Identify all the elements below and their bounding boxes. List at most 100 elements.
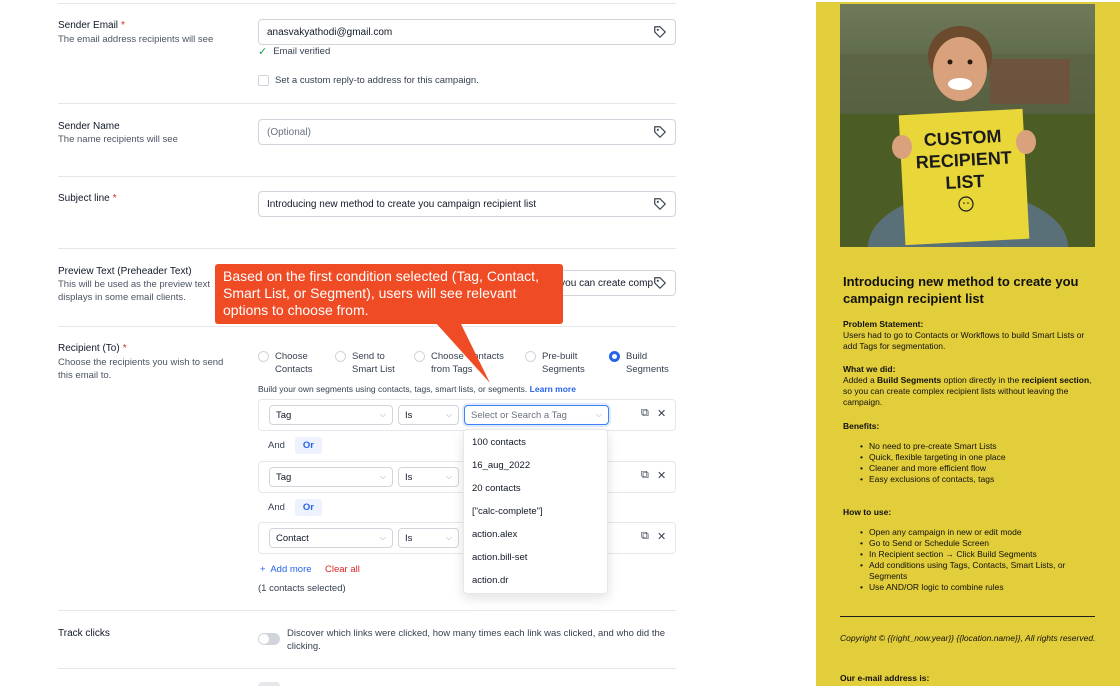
divider bbox=[58, 610, 676, 611]
track-clicks-label: Track clicks bbox=[58, 628, 110, 639]
close-icon[interactable]: ✕ bbox=[657, 469, 666, 482]
preview-text-help-1: This will be used as the preview text bbox=[58, 279, 211, 290]
chevron-down-icon: ⌵ bbox=[445, 472, 452, 481]
divider bbox=[58, 326, 676, 327]
divider bbox=[58, 248, 676, 249]
dropdown-option[interactable]: 20 contacts bbox=[472, 483, 521, 494]
recipient-help-1: Choose the recipients you wish to send bbox=[58, 357, 224, 368]
subject-value: Introducing new method to create you cam… bbox=[267, 198, 537, 210]
condition-operator-select[interactable]: Is ⌵ bbox=[398, 405, 459, 425]
radio-prebuilt-segments[interactable]: Pre-built Segments bbox=[525, 350, 585, 376]
chevron-down-icon: ⌵ bbox=[379, 472, 386, 481]
copyright-text: Copyright © {{right_now.year}} {{locatio… bbox=[840, 633, 1096, 643]
what-we-did-heading: What we did: bbox=[843, 364, 896, 374]
next-setting-toggle[interactable] bbox=[258, 682, 280, 686]
email-title: Introducing new method to create you cam… bbox=[843, 274, 1079, 306]
campaign-settings-panel: Sender Email * The email address recipien… bbox=[0, 0, 812, 686]
and-button[interactable]: And bbox=[262, 437, 291, 454]
benefit-item: No need to pre-create Smart Lists bbox=[860, 441, 1090, 452]
or-button[interactable]: Or bbox=[294, 499, 322, 516]
benefit-item: Easy exclusions of contacts, tags bbox=[860, 474, 1090, 485]
sender-email-field[interactable]: anasvakyathodi@gmail.com bbox=[258, 19, 676, 45]
recipient-label: Recipient (To) * bbox=[58, 343, 127, 354]
recipient-help-2: this email to. bbox=[58, 370, 112, 381]
add-more-button[interactable]: + Add more bbox=[260, 564, 312, 575]
close-icon[interactable]: ✕ bbox=[657, 530, 666, 543]
radio-send-to-smart-list[interactable]: Send to Smart List bbox=[335, 350, 395, 376]
or-button[interactable]: Or bbox=[294, 437, 322, 454]
chevron-down-icon: ⌵ bbox=[379, 410, 386, 419]
radio-build-segments[interactable]: Build Segments bbox=[609, 350, 669, 376]
condition-field-select[interactable]: Tag ⌵ bbox=[269, 405, 393, 425]
howto-item: Use AND/OR logic to combine rules bbox=[860, 582, 1090, 593]
dropdown-option[interactable]: 16_aug_2022 bbox=[472, 460, 530, 471]
howto-item: In Recipient section → Click Build Segme… bbox=[860, 549, 1090, 560]
radio-choose-contacts[interactable]: Choose Contacts bbox=[258, 350, 313, 376]
sender-email-help: The email address recipients will see bbox=[58, 34, 214, 45]
chevron-down-icon: ⌵ bbox=[445, 533, 452, 542]
problem-section: Problem Statement: Users had to go to Co… bbox=[843, 319, 1093, 352]
dropdown-option[interactable]: ["calc-complete"] bbox=[472, 506, 543, 517]
sender-name-placeholder: (Optional) bbox=[267, 126, 311, 138]
track-clicks-toggle[interactable] bbox=[258, 633, 280, 645]
plus-icon: + bbox=[260, 564, 266, 575]
benefits-list: No need to pre-create Smart Lists Quick,… bbox=[860, 441, 1090, 485]
subject-label: Subject line * bbox=[58, 193, 117, 204]
and-or-toggle: And Or bbox=[262, 499, 322, 516]
subject-input[interactable]: Introducing new method to create you cam… bbox=[258, 191, 676, 217]
howto-item: Go to Send or Schedule Screen bbox=[860, 538, 1090, 549]
email-address-heading: Our e-mail address is: bbox=[840, 673, 930, 683]
sender-email-label: Sender Email * bbox=[58, 20, 125, 31]
close-icon[interactable]: ✕ bbox=[657, 407, 666, 420]
preview-text-label: Preview Text (Preheader Text) bbox=[58, 266, 192, 277]
check-icon: ✓ bbox=[258, 46, 268, 58]
condition-field-select[interactable]: Tag ⌵ bbox=[269, 467, 393, 487]
poster-text-3: LIST bbox=[945, 171, 985, 193]
divider bbox=[58, 668, 676, 669]
duplicate-icon[interactable]: ⧉ bbox=[641, 469, 649, 482]
selected-contacts-count: (1 contacts selected) bbox=[258, 583, 346, 594]
sender-name-input[interactable]: (Optional) bbox=[258, 119, 676, 145]
dropdown-option[interactable]: action.alex bbox=[472, 529, 517, 540]
preview-text-help-2: displays in some email clients. bbox=[58, 292, 186, 303]
dropdown-option[interactable]: action.dr bbox=[472, 575, 508, 586]
condition-operator-select[interactable]: Is ⌵ bbox=[398, 467, 459, 487]
divider bbox=[58, 176, 676, 177]
condition-operator-select[interactable]: Is ⌵ bbox=[398, 528, 459, 548]
radio-circle bbox=[414, 351, 425, 362]
tag-icon[interactable] bbox=[653, 125, 667, 139]
poster-text-1: CUSTOM bbox=[923, 126, 1002, 150]
sender-name-help: The name recipients will see bbox=[58, 134, 178, 145]
dropdown-option[interactable]: action.bill-set bbox=[472, 552, 527, 563]
benefits-heading: Benefits: bbox=[843, 421, 880, 431]
preview-divider bbox=[840, 616, 1095, 617]
tag-dropdown-menu: 100 contacts 16_aug_2022 20 contacts ["c… bbox=[463, 429, 608, 594]
reply-to-checkbox[interactable] bbox=[258, 75, 269, 86]
condition-field-select[interactable]: Contact ⌵ bbox=[269, 528, 393, 548]
benefit-item: Quick, flexible targeting in one place bbox=[860, 452, 1090, 463]
sender-email-value: anasvakyathodi@gmail.com bbox=[267, 26, 393, 38]
chevron-down-icon: ⌵ bbox=[595, 410, 602, 419]
benefit-item: Cleaner and more efficient flow bbox=[860, 463, 1090, 474]
tag-icon[interactable] bbox=[653, 197, 667, 211]
radio-contacts-from-tags[interactable]: Choose Contacts from Tags bbox=[414, 350, 504, 376]
sender-name-label: Sender Name bbox=[58, 121, 120, 132]
and-button[interactable]: And bbox=[262, 499, 291, 516]
clear-all-button[interactable]: Clear all bbox=[325, 564, 360, 575]
duplicate-icon[interactable]: ⧉ bbox=[641, 530, 649, 543]
radio-circle bbox=[258, 351, 269, 362]
radio-circle-selected bbox=[609, 351, 620, 362]
tag-icon[interactable] bbox=[653, 276, 667, 290]
duplicate-icon[interactable]: ⧉ bbox=[641, 407, 649, 420]
email-verified-status: ✓ Email verified bbox=[258, 45, 330, 58]
radio-circle bbox=[525, 351, 536, 362]
build-segments-help: Build your own segments using contacts, … bbox=[258, 384, 576, 394]
tag-search-select[interactable]: Select or Search a Tag ⌵ bbox=[464, 405, 609, 425]
tag-icon[interactable] bbox=[653, 25, 667, 39]
what-we-did-section: What we did: Added a Build Segments opti… bbox=[843, 364, 1092, 407]
dropdown-option[interactable]: 100 contacts bbox=[472, 437, 526, 448]
learn-more-link[interactable]: Learn more bbox=[530, 384, 576, 394]
reply-to-label: Set a custom reply-to address for this c… bbox=[275, 75, 479, 86]
problem-heading: Problem Statement: bbox=[843, 319, 924, 329]
divider bbox=[58, 103, 676, 104]
